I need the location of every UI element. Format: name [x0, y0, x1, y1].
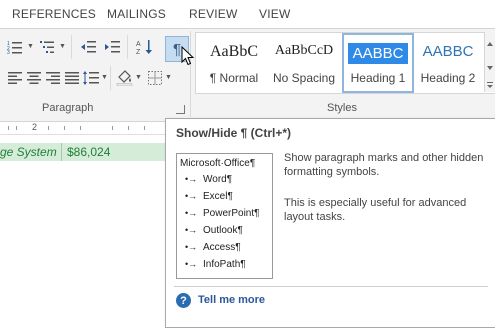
multilevel-dropdown-icon[interactable]: ▼ [59, 43, 66, 50]
tab-references[interactable]: REFERENCES [12, 7, 96, 21]
horizontal-ruler[interactable]: 2 [0, 122, 170, 135]
help-icon[interactable]: ? [176, 293, 191, 308]
ribbon-divider [127, 35, 128, 59]
numbering-dropdown-icon[interactable]: ▼ [27, 43, 34, 50]
tooltip-illustration: Microsoft·Office¶ •→ Word¶ •→ Excel¶ •→ Pow… [176, 153, 273, 279]
tab-arrow-icon: •→ [185, 208, 198, 218]
tooltip-description: Show paragraph marks and other hidden fo… [284, 152, 484, 178]
paragraph-group-label: Paragraph [42, 102, 94, 114]
sort-icon[interactable]: AZ [134, 37, 156, 57]
ruler-tick [48, 126, 49, 130]
tab-arrow-icon: •→ [185, 225, 198, 235]
style-heading-1[interactable]: AABBC Heading 1 [342, 33, 414, 93]
borders-icon[interactable] [144, 68, 166, 88]
increase-indent-icon[interactable] [102, 37, 124, 57]
ribbon-divider [71, 35, 72, 59]
line-spacing-icon[interactable] [80, 68, 102, 88]
table-cell-name[interactable]: ge System [0, 145, 57, 159]
numbering-icon[interactable]: 123 [4, 37, 26, 57]
tooltip-title: Show/Hide ¶ (Ctrl+*) [176, 126, 292, 140]
style-heading-1-sample: AABBC [348, 43, 408, 64]
style-heading-2[interactable]: AABBC Heading 2 [414, 35, 482, 91]
paragraph-dialog-launcher-icon[interactable] [176, 105, 185, 114]
table-row[interactable]: ge System $86,024 [0, 143, 168, 161]
ruler-tick [144, 126, 145, 130]
styles-gallery: AaBbC ¶ Normal AaBbCcD No Spacing AABBC … [195, 32, 495, 94]
ruler-tick [128, 126, 129, 130]
mouse-cursor-icon [181, 46, 195, 66]
show-hide-tooltip: Show/Hide ¶ (Ctrl+*) Microsoft·Office¶ •… [165, 118, 495, 328]
tell-me-more-link[interactable]: Tell me more [198, 294, 265, 306]
style-no-spacing[interactable]: AaBbCcD No Spacing [270, 35, 338, 91]
table-cell-amount[interactable]: $86,024 [67, 145, 110, 159]
ruler-tick [16, 126, 17, 130]
tab-arrow-icon: •→ [185, 259, 198, 269]
tooltip-description-extra: This is especially useful for advanced l… [284, 197, 467, 223]
tab-arrow-icon: •→ [185, 191, 198, 201]
illustration-item: •→ Outlook¶ [185, 225, 243, 236]
illustration-item: •→ Excel¶ [185, 191, 233, 202]
tooltip-divider [174, 286, 488, 287]
illustration-root-label: Microsoft·Office¶ [180, 158, 256, 169]
ruler-tick [64, 126, 65, 130]
tab-arrow-icon: •→ [185, 174, 198, 184]
multilevel-list-icon[interactable] [36, 37, 58, 57]
illustration-item-label: Access¶ [203, 242, 241, 253]
svg-text:3: 3 [7, 50, 10, 54]
style-heading-2-sample: AABBC [422, 43, 474, 60]
ribbon: 123 ▼ ▼ AZ ¶ ▼ ▼ ▼ Paragraph AaBbC ¶ Nor… [0, 29, 495, 122]
tab-review[interactable]: REVIEW [189, 7, 238, 21]
line-spacing-dropdown-icon[interactable]: ▼ [101, 74, 108, 81]
ribbon-divider [110, 66, 111, 90]
ruler-tick [80, 126, 81, 130]
illustration-item-label: Word¶ [203, 174, 233, 185]
style-heading-1-label: Heading 1 [350, 71, 406, 85]
style-heading-2-label: Heading 2 [420, 71, 476, 85]
style-normal[interactable]: AaBbC ¶ Normal [200, 35, 268, 91]
borders-dropdown-icon[interactable]: ▼ [165, 74, 172, 81]
svg-text:A: A [136, 41, 141, 48]
ruler-tick [112, 126, 113, 130]
decrease-indent-icon[interactable] [78, 37, 100, 57]
illustration-item-label: Excel¶ [203, 191, 233, 202]
ruler-number: 2 [32, 122, 38, 132]
tab-arrow-icon: •→ [185, 242, 198, 252]
illustration-item: •→ Word¶ [185, 174, 232, 185]
tab-view[interactable]: VIEW [259, 7, 290, 21]
style-normal-sample: AaBbC [210, 43, 258, 60]
illustration-item: •→ PowerPoint¶ [185, 208, 260, 219]
svg-text:Z: Z [136, 49, 141, 55]
style-normal-label: ¶ Normal [209, 71, 259, 85]
tab-mailings[interactable]: MAILINGS [107, 7, 166, 21]
group-divider [190, 31, 191, 117]
styles-scrollbar[interactable] [484, 32, 495, 92]
shading-dropdown-icon[interactable]: ▼ [135, 74, 142, 81]
style-no-spacing-label: No Spacing [272, 71, 336, 85]
illustration-item: •→ Access¶ [185, 242, 241, 253]
ribbon-tab-bar: REFERENCES MAILINGS REVIEW VIEW [0, 0, 495, 29]
illustration-item-label: Outlook¶ [203, 225, 243, 236]
illustration-item: •→ InfoPath¶ [185, 259, 246, 270]
styles-group-label: Styles [327, 102, 357, 114]
illustration-item-label: InfoPath¶ [203, 259, 246, 270]
style-no-spacing-sample: AaBbCcD [274, 43, 334, 58]
shading-icon[interactable] [114, 68, 136, 88]
table-cell-border [61, 143, 62, 161]
ruler-tick [8, 126, 9, 130]
pilcrow-icon: ¶ [172, 40, 182, 58]
illustration-item-label: PowerPoint¶ [203, 208, 260, 219]
